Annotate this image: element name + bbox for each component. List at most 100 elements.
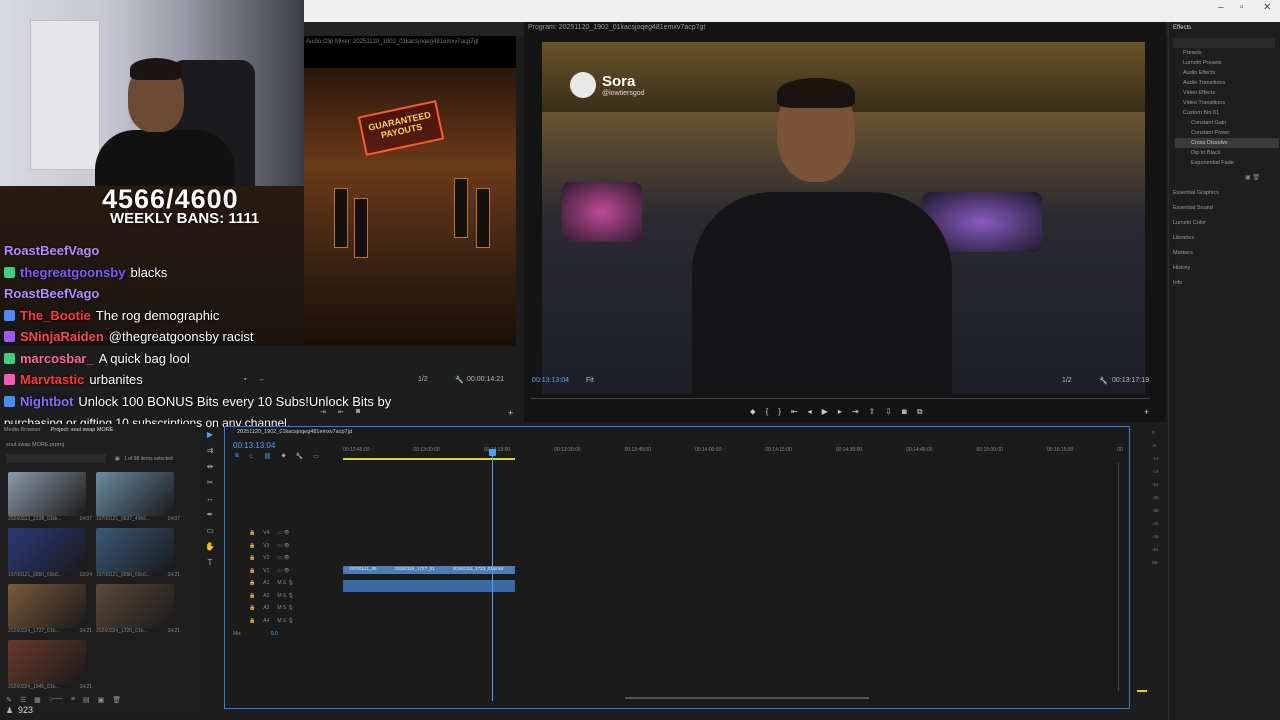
panel-section-tab[interactable]: Libraries (1173, 231, 1277, 246)
lock-icon[interactable]: 🔒 (249, 568, 255, 574)
effects-item[interactable]: Constant Power (1175, 128, 1279, 138)
track-label[interactable]: V3 (263, 543, 269, 549)
sort-icon[interactable]: ≡ (71, 696, 75, 704)
step-back-icon[interactable]: ◂ (808, 407, 812, 417)
panel-section-tab[interactable]: Markers (1173, 246, 1277, 261)
effects-folder[interactable]: Video Effects (1175, 88, 1279, 98)
program-scrubber[interactable] (530, 398, 1150, 399)
panel-section-tab[interactable]: Essential Graphics (1173, 186, 1277, 201)
add-button-icon[interactable]: + (508, 408, 513, 418)
extract-icon[interactable]: ⇩ (885, 407, 892, 417)
mark-in-icon[interactable]: { (766, 407, 769, 417)
track-label[interactable]: A4 (263, 618, 269, 624)
playhead[interactable] (492, 455, 493, 701)
compare-icon[interactable]: ⧉ (917, 407, 923, 417)
effects-item[interactable]: Cross Dissolve (1175, 138, 1279, 148)
lock-icon[interactable]: 🔒 (249, 543, 255, 549)
maximize-button[interactable]: ▫ (1240, 2, 1244, 13)
program-timecode[interactable]: 00:13:13:04 (532, 377, 569, 384)
project-clip[interactable]: 20260324_1727_01k... 14:21 (8, 584, 96, 634)
slip-tool-icon[interactable]: ↔ (206, 494, 214, 503)
ripple-edit-icon[interactable]: ⇹ (207, 462, 214, 471)
eye-icon[interactable]: ▭ 👁 (277, 568, 289, 574)
linked-icon[interactable]: ⛓ (264, 453, 272, 460)
playhead-handle[interactable] (489, 449, 496, 456)
clip-thumbnail[interactable] (8, 472, 86, 516)
chat-username[interactable]: Marvtastic (20, 372, 84, 387)
folder-icon[interactable]: ▤ (83, 696, 90, 704)
effects-folder[interactable]: Audio Effects (1175, 68, 1279, 78)
add-button-icon[interactable]: + (1144, 407, 1149, 417)
pencil-icon[interactable]: ✎ (6, 696, 12, 704)
eye-icon[interactable]: ▭ 👁 (277, 530, 289, 536)
new-bin-icon[interactable]: ▣ 🗑 (1245, 174, 1260, 181)
chat-username[interactable]: RoastBeefVago (4, 286, 99, 301)
lift-icon[interactable]: ⇪ (869, 407, 876, 417)
tab-project[interactable]: Project: soul swap MORE (51, 427, 114, 433)
mute-solo-icon[interactable]: M S 🎙 (277, 605, 294, 611)
project-clip[interactable]: 19700121_0650_69c0... 14:21 (96, 528, 184, 578)
fit-select[interactable]: Fit (586, 377, 594, 384)
marker-icon[interactable]: ⬥ (281, 453, 285, 460)
vertical-scrollbar[interactable] (1118, 463, 1119, 691)
play-icon[interactable]: ▶ (822, 407, 828, 417)
wrench-icon[interactable]: 🔧 (1099, 377, 1108, 385)
step-forward-icon[interactable]: ▸ (838, 407, 842, 417)
camera-icon[interactable]: ◙ (902, 407, 907, 417)
nest-icon[interactable]: ⧈ (235, 453, 239, 460)
trash-icon[interactable]: 🗑 (112, 696, 121, 704)
effects-folder[interactable]: Custom Bin 01 (1175, 108, 1279, 118)
chat-username[interactable]: marcosbar_ (20, 351, 94, 366)
video-clip[interactable]: 19700121_06 20260324_1727_01 20260324_1723… (343, 566, 515, 574)
project-clip[interactable]: 19700121_0650_69c0... 13:24 (8, 528, 96, 578)
clip-thumbnail[interactable] (8, 528, 86, 572)
wrench-icon[interactable]: 🔧 (455, 376, 464, 384)
razor-tool-icon[interactable]: ✂ (207, 478, 214, 487)
clip-thumbnail[interactable] (96, 528, 174, 572)
mute-solo-icon[interactable]: M S 🎙 (277, 618, 294, 624)
mix-value[interactable]: 0.0 (271, 631, 278, 637)
mute-solo-icon[interactable]: M S 🎙 (277, 593, 294, 599)
pen-tool-icon[interactable]: ✒ (207, 510, 214, 519)
lock-icon[interactable]: 🔒 (249, 555, 255, 561)
project-clip[interactable]: 19700121_0637_49h5... 14:07 (96, 472, 184, 522)
track-label[interactable]: A3 (263, 605, 269, 611)
zoom-slider[interactable]: ○── (49, 696, 63, 704)
panel-section-tab[interactable]: Info (1173, 276, 1277, 291)
effects-folder[interactable]: Lumetri Presets (1175, 58, 1279, 68)
effects-folder[interactable]: Audio Transitions (1175, 78, 1279, 88)
minimize-button[interactable]: – (1218, 2, 1224, 13)
clip-thumbnail[interactable] (8, 640, 86, 684)
chat-username[interactable]: The_Bootie (20, 308, 91, 323)
panel-section-tab[interactable]: History (1173, 261, 1277, 276)
mark-out-icon[interactable]: } (778, 407, 781, 417)
lock-icon[interactable]: 🔒 (249, 618, 255, 624)
clip-thumbnail[interactable] (96, 472, 174, 516)
clip-thumbnail[interactable] (96, 584, 174, 628)
snap-icon[interactable]: ⊂ (249, 453, 254, 460)
lock-icon[interactable]: 🔒 (249, 605, 255, 611)
effects-search-input[interactable] (1173, 38, 1275, 48)
project-clip[interactable]: 20260313_2338_01kk... 14:07 (8, 472, 96, 522)
icon-view-icon[interactable]: ▦ (34, 696, 41, 704)
panel-section-tab[interactable]: Essential Sound (1173, 201, 1277, 216)
settings-icon[interactable]: 🔧 (296, 453, 303, 460)
timeline-scrollbar[interactable] (625, 697, 869, 699)
lock-icon[interactable]: 🔒 (249, 580, 255, 586)
effects-item[interactable]: Constant Gain (1175, 118, 1279, 128)
captions-icon[interactable]: ▭ (313, 453, 319, 460)
track-label[interactable]: V1 (263, 568, 269, 574)
track-label[interactable]: A2 (263, 593, 269, 599)
project-search-input[interactable] (6, 454, 106, 463)
panel-section-tab[interactable]: Lumetri Color (1173, 216, 1277, 231)
audio-clip[interactable] (343, 580, 515, 592)
chat-username[interactable]: RoastBeefVago (4, 243, 99, 258)
close-button[interactable]: ✕ (1263, 2, 1271, 13)
chat-username[interactable]: SNinjaRaiden (20, 329, 104, 344)
eye-icon[interactable]: ▭ 👁 (277, 543, 289, 549)
hand-tool-icon[interactable]: ✋ (205, 542, 215, 551)
type-tool-icon[interactable]: T (208, 558, 213, 567)
chat-username[interactable]: Nightbot (20, 394, 73, 409)
rectangle-tool-icon[interactable]: ▭ (206, 526, 214, 535)
track-select-icon[interactable]: ⇉ (207, 446, 214, 455)
